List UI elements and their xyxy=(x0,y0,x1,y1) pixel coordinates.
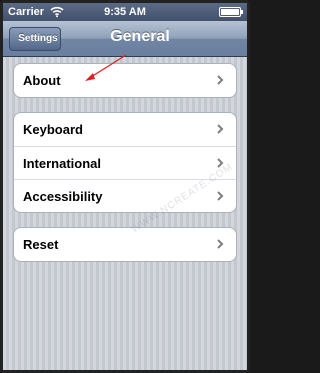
screen: Carrier 9:35 AM Settings General About K… xyxy=(3,3,247,370)
row-label: Reset xyxy=(23,237,59,252)
battery-icon xyxy=(219,7,243,17)
clock: 9:35 AM xyxy=(104,6,146,18)
status-bar: Carrier 9:35 AM xyxy=(3,3,247,21)
row-label: International xyxy=(23,156,102,171)
chevron-right-icon xyxy=(217,124,224,134)
settings-row-reset[interactable]: Reset xyxy=(14,228,236,261)
navigation-bar: Settings General xyxy=(3,21,247,57)
row-label: Accessibility xyxy=(23,189,103,204)
chevron-right-icon xyxy=(217,191,224,201)
settings-group-reset: Reset xyxy=(13,227,237,262)
back-button-label: Settings xyxy=(18,33,58,44)
settings-row-keyboard[interactable]: Keyboard xyxy=(14,113,236,146)
settings-group-input: Keyboard International Accessibility xyxy=(13,112,237,213)
row-label: About xyxy=(23,73,61,88)
settings-row-international[interactable]: International xyxy=(14,146,236,179)
settings-group-about: About xyxy=(13,63,237,98)
back-button[interactable]: Settings xyxy=(9,27,61,51)
row-label: Keyboard xyxy=(23,122,83,137)
phone-frame: Carrier 9:35 AM Settings General About K… xyxy=(0,0,250,373)
chevron-right-icon xyxy=(217,75,224,85)
battery-fill xyxy=(221,9,239,15)
chevron-right-icon xyxy=(217,239,224,249)
page-title: General xyxy=(110,28,170,45)
settings-row-about[interactable]: About xyxy=(14,64,236,97)
